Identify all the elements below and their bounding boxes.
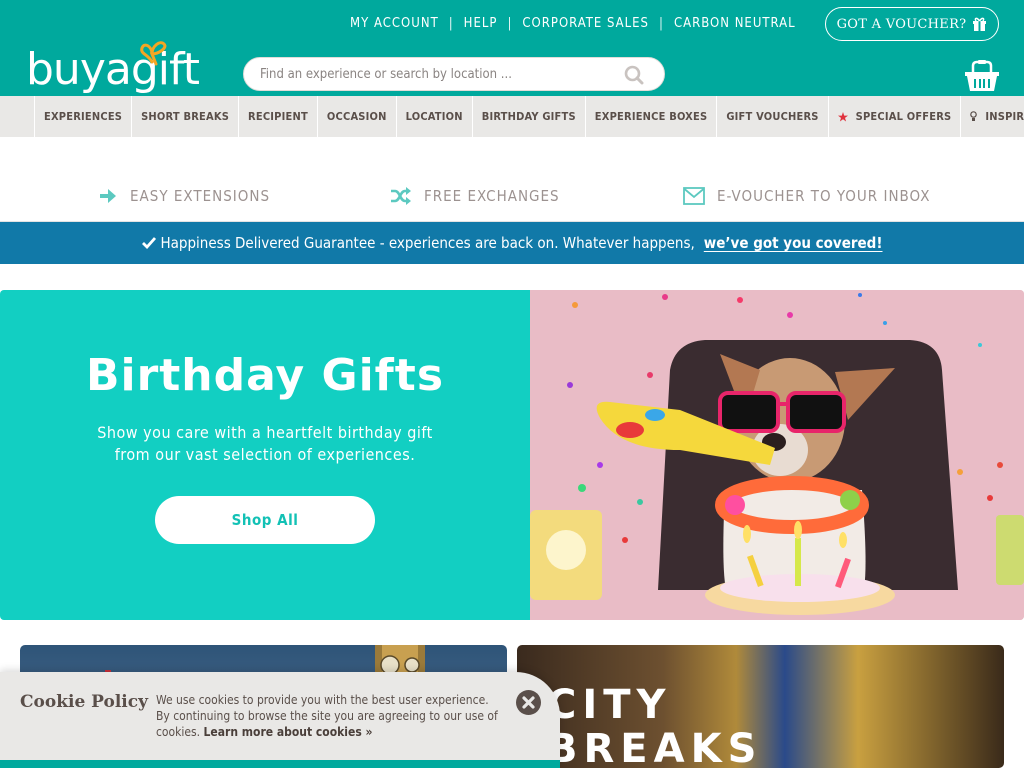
separator: | bbox=[507, 15, 513, 31]
nav-label: BIRTHDAY GIFTS bbox=[481, 110, 576, 123]
usp-label: EASY EXTENSIONS bbox=[130, 187, 271, 205]
guarantee-banner: Happiness Delivered Guarantee - experien… bbox=[0, 222, 1024, 264]
nav-item-short-breaks[interactable]: SHORT BREAKS bbox=[132, 96, 240, 137]
voucher-button-label: GOT A VOUCHER? bbox=[836, 16, 967, 32]
top-links: MY ACCOUNT | HELP | CORPORATE SALES | CA… bbox=[350, 14, 796, 32]
nav-label: RECIPIENT bbox=[248, 110, 308, 123]
nav-item-occasion[interactable]: OCCASION bbox=[318, 96, 397, 137]
nav-label: LOCATION bbox=[405, 110, 463, 123]
nav-label: INSPIRATION bbox=[985, 110, 1024, 123]
checkmark-icon bbox=[141, 237, 156, 249]
nav-label: OCCASION bbox=[326, 110, 387, 123]
birthday-dog-illustration bbox=[530, 290, 1024, 620]
logo-text: buyagift bbox=[26, 44, 200, 95]
nav-item-inspiration[interactable]: INSPIRATION bbox=[961, 96, 1024, 137]
card-title-line: CITY bbox=[547, 682, 672, 728]
basket-icon[interactable] bbox=[964, 59, 1000, 93]
nav-item-special-offers[interactable]: SPECIAL OFFERS bbox=[829, 96, 962, 137]
close-icon bbox=[522, 696, 535, 709]
main-nav: EXPERIENCES SHORT BREAKS RECIPIENT OCCAS… bbox=[0, 94, 1024, 137]
hero-subtitle: Show you care with a heartfelt birthday … bbox=[0, 422, 530, 466]
envelope-icon bbox=[683, 187, 705, 205]
guarantee-text: Happiness Delivered Guarantee - experien… bbox=[160, 234, 695, 252]
usp-e-voucher: E-VOUCHER TO YOUR INBOX bbox=[683, 186, 930, 206]
nav-label: SHORT BREAKS bbox=[141, 110, 230, 123]
usp-label: FREE EXCHANGES bbox=[424, 187, 560, 205]
nav-label: SPECIAL OFFERS bbox=[855, 110, 952, 123]
got-a-voucher-button[interactable]: GOT A VOUCHER? bbox=[825, 7, 999, 41]
card-title: CITY BREAKS bbox=[547, 683, 762, 768]
search-input[interactable] bbox=[260, 58, 600, 90]
hero-subtitle-line: from our vast selection of experiences. bbox=[114, 445, 416, 464]
separator: | bbox=[448, 15, 454, 31]
separator: | bbox=[658, 15, 664, 31]
my-account-link[interactable]: MY ACCOUNT bbox=[350, 16, 439, 31]
learn-more-cookies-link[interactable]: Learn more about cookies » bbox=[204, 725, 373, 739]
nav-item-gift-vouchers[interactable]: GIFT VOUCHERS bbox=[717, 96, 829, 137]
buyagift-logo[interactable]: buyagift bbox=[26, 40, 200, 96]
cookie-title: Cookie Policy bbox=[20, 692, 148, 712]
search-icon[interactable] bbox=[624, 65, 644, 85]
nav-label: EXPERIENCES bbox=[44, 110, 123, 123]
nav-item-experiences[interactable]: EXPERIENCES bbox=[35, 96, 133, 137]
site-header: buyagift MY ACCOUNT | HELP | CORPORATE S… bbox=[0, 0, 1024, 94]
hero-image-birthday-dog[interactable] bbox=[530, 290, 1024, 620]
usp-label: E-VOUCHER TO YOUR INBOX bbox=[717, 187, 931, 205]
corporate-sales-link[interactable]: CORPORATE SALES bbox=[522, 16, 649, 31]
guarantee-link[interactable]: we’ve got you covered! bbox=[704, 234, 883, 252]
close-cookie-button[interactable] bbox=[516, 690, 541, 715]
shuffle-icon bbox=[391, 187, 411, 205]
hero-subtitle-line: Show you care with a heartfelt birthday … bbox=[97, 423, 433, 442]
search-bar bbox=[243, 57, 665, 91]
nav-label: EXPERIENCE BOXES bbox=[594, 110, 708, 123]
cookie-text: We use cookies to provide you with the b… bbox=[156, 692, 501, 740]
usp-strip bbox=[0, 137, 1024, 222]
card-city-breaks[interactable]: CITY BREAKS bbox=[517, 645, 1004, 768]
cookie-banner: Cookie Policy We use cookies to provide … bbox=[0, 672, 560, 768]
nav-label: GIFT VOUCHERS bbox=[726, 110, 819, 123]
star-icon bbox=[837, 111, 848, 122]
nav-item-location[interactable]: LOCATION bbox=[397, 96, 473, 137]
shop-all-button[interactable]: Shop All bbox=[155, 496, 375, 544]
arrow-right-icon bbox=[100, 189, 116, 203]
usp-easy-extensions: EASY EXTENSIONS bbox=[98, 186, 270, 206]
help-link[interactable]: HELP bbox=[464, 16, 498, 31]
bow-icon bbox=[140, 41, 167, 66]
lightbulb-icon bbox=[970, 111, 978, 122]
nav-item-recipient[interactable]: RECIPIENT bbox=[239, 96, 318, 137]
nav-item-birthday-gifts[interactable]: BIRTHDAY GIFTS bbox=[473, 96, 586, 137]
cookie-banner-footer-strip bbox=[0, 760, 560, 768]
hero-title: Birthday Gifts bbox=[85, 350, 445, 401]
usp-free-exchanges: FREE EXCHANGES bbox=[390, 186, 560, 206]
carbon-neutral-link[interactable]: CARBON NEUTRAL bbox=[674, 16, 796, 31]
gift-icon bbox=[973, 17, 987, 31]
hero-panel: Birthday Gifts Show you care with a hear… bbox=[0, 290, 530, 620]
card-title-line: BREAKS bbox=[547, 726, 763, 768]
nav-item-experience-boxes[interactable]: EXPERIENCE BOXES bbox=[586, 96, 718, 137]
